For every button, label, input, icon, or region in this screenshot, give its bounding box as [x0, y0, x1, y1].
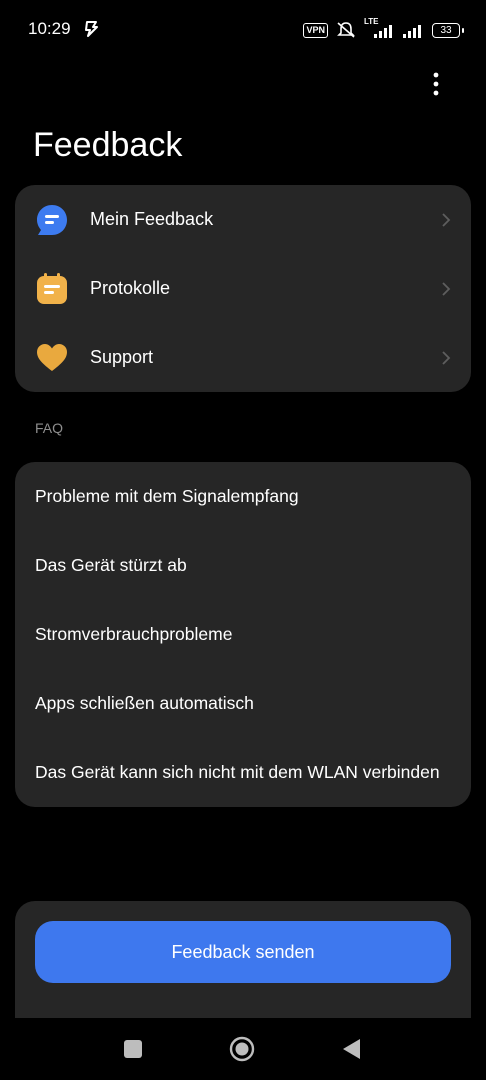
menu-item-label: Protokolle — [90, 278, 171, 298]
recents-square-icon[interactable] — [120, 1036, 146, 1062]
faq-item-label: Apps schließen automatisch — [35, 693, 254, 713]
faq-card: Probleme mit dem Signalempfang Das Gerät… — [15, 462, 471, 807]
lte-signal: LTE — [364, 17, 394, 39]
menu-item-logs[interactable]: Protokolle — [15, 254, 471, 323]
signal-strength-icon — [374, 25, 392, 38]
faq-item-signal[interactable]: Probleme mit dem Signalempfang — [15, 462, 471, 531]
home-circle-icon[interactable] — [229, 1036, 255, 1062]
system-navigation-bar — [0, 1018, 486, 1080]
menu-item-label: Support — [90, 347, 154, 367]
chevron-right-icon — [442, 282, 451, 296]
faq-item-power[interactable]: Stromverbrauchprobleme — [15, 600, 471, 669]
status-time: 10:29 — [28, 19, 71, 38]
status-bar: 10:29 VPN LTE 33 — [0, 0, 486, 60]
back-triangle-icon[interactable] — [339, 1036, 365, 1062]
menu-item-my-feedback[interactable]: Mein Feedback — [15, 185, 471, 254]
faq-item-label: Das Gerät stürzt ab — [35, 555, 187, 575]
chat-bubble-icon — [37, 205, 67, 235]
faq-item-wlan[interactable]: Das Gerät kann sich nicht mit dem WLAN v… — [15, 738, 471, 807]
faq-section-label: FAQ — [35, 420, 64, 436]
chevron-right-icon — [442, 351, 451, 365]
menu-item-label: Mein Feedback — [90, 209, 214, 229]
menu-item-support[interactable]: Support — [15, 323, 471, 392]
more-options-icon[interactable] — [424, 70, 448, 98]
page-title: Feedback — [33, 126, 183, 164]
chevron-right-icon — [442, 213, 451, 227]
status-icons: VPN LTE 33 — [303, 17, 464, 40]
faq-item-label: Das Gerät kann sich nicht mit dem WLAN v… — [35, 762, 440, 782]
signal-strength-icon-2 — [403, 25, 421, 38]
bottom-action-panel: Feedback senden — [15, 901, 471, 1018]
send-feedback-button[interactable]: Feedback senden — [35, 921, 451, 983]
muted-bell-icon — [337, 22, 355, 38]
faq-item-crash[interactable]: Das Gerät stürzt ab — [15, 531, 471, 600]
app-notification-icon — [85, 21, 98, 37]
battery-indicator: 33 — [432, 22, 464, 38]
feedback-menu-card: Mein Feedback Protokolle Support — [15, 185, 471, 392]
faq-item-apps-close[interactable]: Apps schließen automatisch — [15, 669, 471, 738]
heart-icon — [37, 344, 67, 371]
faq-item-label: Probleme mit dem Signalempfang — [35, 486, 299, 506]
vpn-badge: VPN — [303, 22, 328, 38]
calendar-log-icon — [37, 273, 67, 304]
faq-item-label: Stromverbrauchprobleme — [35, 624, 233, 644]
